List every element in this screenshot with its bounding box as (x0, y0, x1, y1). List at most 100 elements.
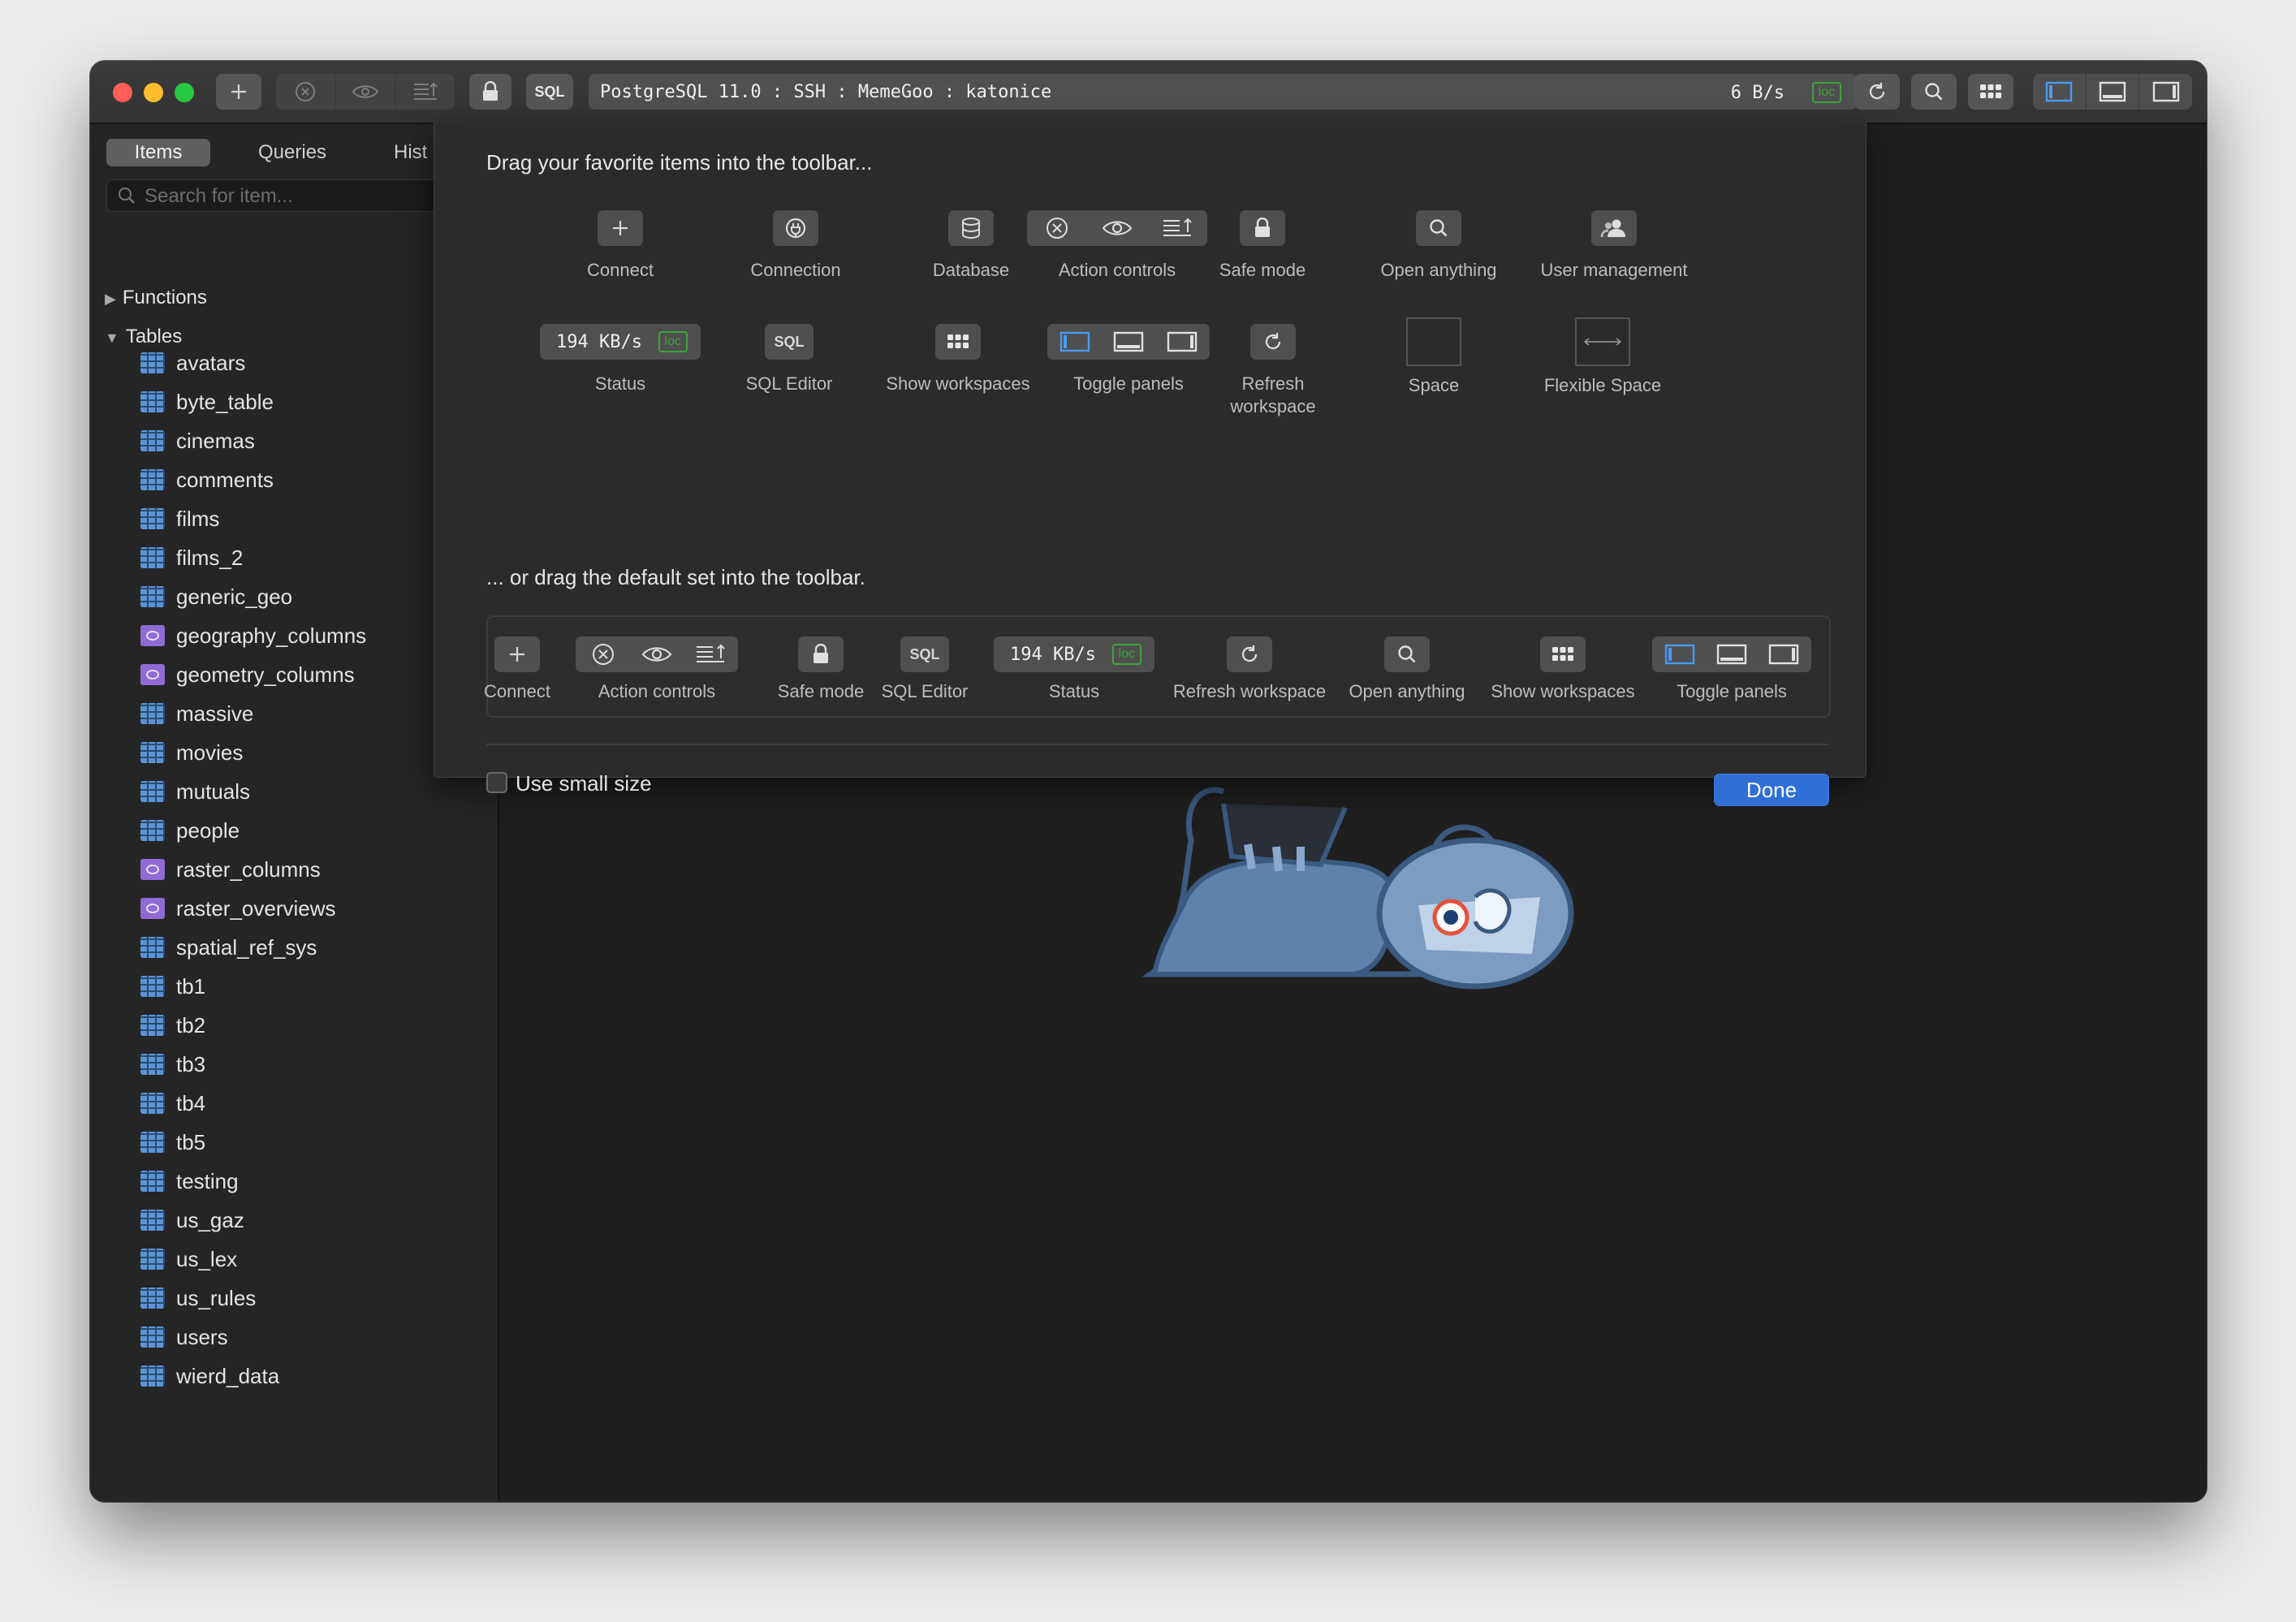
bottom-panel-icon (1716, 644, 1747, 665)
sidebar-item-comments[interactable]: comments (140, 462, 274, 498)
sidebar-item-label: geography_columns (176, 623, 367, 648)
commit-button[interactable] (395, 74, 455, 110)
tool-space[interactable]: Space (1353, 317, 1515, 397)
connect-button[interactable] (216, 74, 261, 110)
table-icon (140, 1054, 165, 1075)
sidebar-item-label: tb1 (176, 973, 206, 999)
toggle-bottom-panel-button[interactable] (2087, 74, 2140, 110)
tool-refresh-workspace-label: Refresh workspace (1230, 373, 1316, 416)
use-small-size-label[interactable]: Use small size (516, 771, 652, 796)
loc-badge: loc (658, 331, 688, 352)
group-functions[interactable]: ▶ Functions (105, 287, 207, 309)
sidebar-item-us-rules[interactable]: us_rules (140, 1280, 256, 1316)
sidebar-item-cinemas[interactable]: cinemas (140, 423, 255, 459)
sidebar-item-tb1[interactable]: tb1 (140, 968, 205, 1004)
sidebar-item-films[interactable]: films (140, 501, 219, 537)
stop-icon (296, 82, 316, 101)
sidebar-item-movies[interactable]: movies (140, 735, 243, 770)
tool-open-anything[interactable]: Open anything (1357, 210, 1520, 282)
sidebar-item-label: comments (176, 467, 274, 492)
sidebar-item-geometry-columns[interactable]: geometry_columns (140, 657, 355, 692)
tool-connection-label: Connection (750, 260, 841, 280)
tool-flexible-space[interactable]: Flexible Space (1521, 317, 1684, 397)
preview-button[interactable] (336, 74, 396, 110)
sidebar-item-label: films (176, 506, 220, 531)
sidebar-item-label: raster_overviews (176, 895, 336, 921)
sidebar-item-wierd-data[interactable]: wierd_data (140, 1358, 279, 1394)
grid-icon (935, 324, 981, 360)
eye-icon (641, 647, 672, 662)
use-small-size-checkbox[interactable] (486, 772, 507, 793)
default-action-controls-label: Action controls (598, 681, 716, 701)
tab-history[interactable]: Hist (394, 139, 427, 166)
sidebar-item-byte-table[interactable]: byte_table (140, 384, 274, 420)
customize-toolbar-sheet: Drag your favorite items into the toolba… (434, 123, 1867, 806)
close-window-button[interactable] (113, 83, 132, 102)
sidebar-item-label: wierd_data (176, 1363, 280, 1388)
toggle-left-panel-button[interactable] (2033, 74, 2087, 110)
connection-status-bar: PostgreSQL 11.0 : SSH : MemeGoo : katoni… (589, 74, 1858, 110)
tool-user-management[interactable]: User management (1533, 210, 1695, 282)
sidebar-item-raster-overviews[interactable]: raster_overviews (140, 891, 336, 926)
refresh-button[interactable] (1854, 74, 1900, 110)
action-controls-icons (1027, 210, 1207, 246)
tool-safe-mode[interactable]: Safe mode (1181, 210, 1344, 282)
view-icon (140, 859, 165, 880)
right-panel-icon (2152, 81, 2179, 102)
tool-connection[interactable]: Connection (714, 210, 877, 282)
sidebar-item-tb4[interactable]: tb4 (140, 1085, 205, 1121)
sql-editor-button[interactable]: SQL (526, 74, 573, 110)
search-field[interactable]: Search for item... (106, 179, 490, 212)
sidebar-item-label: tb2 (176, 1012, 206, 1037)
tab-items[interactable]: Items (106, 139, 210, 166)
sidebar-item-avatars[interactable]: avatars (140, 345, 245, 381)
sidebar-item-tb5[interactable]: tb5 (140, 1124, 205, 1160)
show-workspaces-button[interactable] (1968, 74, 2013, 110)
sidebar-item-geography-columns[interactable]: geography_columns (140, 618, 366, 654)
toggle-right-panel-button[interactable] (2139, 74, 2192, 110)
users-icon (1591, 210, 1637, 246)
tool-toggle-panels[interactable]: Toggle panels (1007, 324, 1250, 395)
search-icon (1925, 83, 1943, 101)
tool-sql-editor[interactable]: SQL SQL Editor (708, 324, 870, 395)
search-icon (119, 188, 135, 204)
safe-mode-button[interactable] (469, 74, 511, 110)
table-icon (140, 352, 165, 373)
sidebar-item-generic-geo[interactable]: generic_geo (140, 579, 292, 615)
zoom-window-button[interactable] (175, 83, 194, 102)
minimize-window-button[interactable] (144, 83, 163, 102)
sidebar-item-us-gaz[interactable]: us_gaz (140, 1202, 244, 1238)
sidebar-item-users[interactable]: users (140, 1319, 228, 1355)
sidebar-item-label: spatial_ref_sys (176, 934, 317, 960)
grid-icon (1980, 84, 2001, 98)
left-panel-icon (1060, 331, 1090, 352)
sidebar-item-label: cinemas (176, 428, 255, 453)
tool-connect[interactable]: Connect (539, 210, 701, 282)
sidebar-item-films-2[interactable]: films_2 (140, 540, 243, 576)
sidebar-item-massive[interactable]: massive (140, 696, 253, 731)
sidebar-item-tb2[interactable]: tb2 (140, 1007, 205, 1043)
default-toolbar-set[interactable]: Connect Action controls Safe mode SQL SQ… (484, 615, 1831, 718)
default-sql-editor-label: SQL Editor (881, 681, 969, 701)
open-anything-button[interactable] (1911, 74, 1957, 110)
stop-button[interactable] (276, 74, 336, 110)
sidebar-item-label: avatars (176, 350, 246, 375)
tool-status-label: Status (594, 373, 646, 394)
commit-list-icon (413, 82, 438, 100)
sidebar-item-label: us_gaz (176, 1207, 244, 1232)
sidebar-item-us-lex[interactable]: us_lex (140, 1241, 237, 1277)
sidebar-item-people[interactable]: people (140, 813, 240, 848)
table-icon (140, 1327, 165, 1348)
sidebar-item-raster-columns[interactable]: raster_columns (140, 852, 321, 887)
tool-status[interactable]: 194 KB/s loc Status (539, 324, 701, 395)
tab-queries[interactable]: Queries (258, 139, 326, 166)
tool-sql-editor-label: SQL Editor (745, 373, 833, 394)
default-safe-mode-label: Safe mode (777, 681, 865, 701)
done-button[interactable]: Done (1714, 774, 1829, 806)
sidebar-item-mutuals[interactable]: mutuals (140, 774, 250, 809)
sidebar-item-testing[interactable]: testing (140, 1163, 239, 1199)
toggle-panels-icons (1047, 324, 1210, 360)
sidebar-item-tb3[interactable]: tb3 (140, 1046, 205, 1082)
tool-refresh-workspace[interactable]: Refresh workspace (1216, 324, 1330, 418)
sidebar-item-spatial-ref-sys[interactable]: spatial_ref_sys (140, 930, 317, 965)
